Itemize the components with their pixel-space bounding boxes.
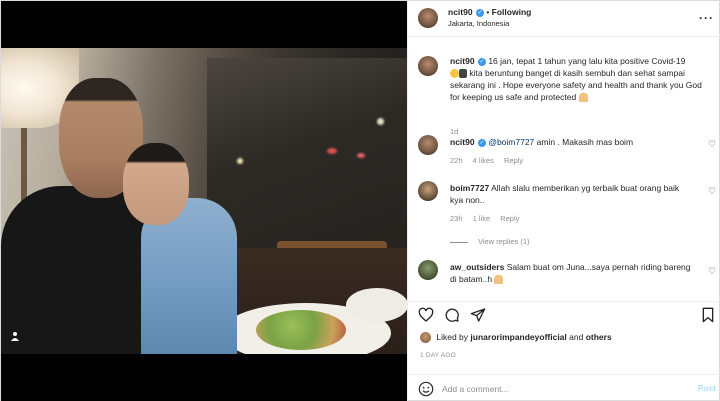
liked-by-user[interactable]: junarorimpandeyofficial xyxy=(470,332,566,342)
caption-line-1: 16 jan, tepat 1 tahun yang lalu kita pos… xyxy=(488,56,686,66)
verified-badge-icon: ✓ xyxy=(477,138,486,147)
comment-body-line-2: di batam..h xyxy=(450,274,493,284)
side-plate xyxy=(346,288,407,322)
liked-by: Liked by junarorimpandeyofficial and oth… xyxy=(420,332,710,344)
reply-button[interactable]: Reply xyxy=(500,214,519,223)
following-button[interactable]: Following xyxy=(492,7,532,17)
like-heart-icon[interactable] xyxy=(418,307,434,323)
comment-body-line-1: Allah slalu memberikan yg terbaik buat o… xyxy=(491,183,680,193)
more-options-icon[interactable]: ··· xyxy=(699,11,714,25)
caption-line-3: sekarang ini . Hope everyone safety and … xyxy=(450,80,702,90)
posted-time[interactable]: 1 DAY AGO xyxy=(420,352,456,359)
caption-time[interactable]: 1d xyxy=(450,127,458,136)
post-comment-button[interactable]: Post xyxy=(698,383,716,393)
like-comment-heart-icon[interactable]: ♡ xyxy=(708,186,718,196)
emoji-pray-icon xyxy=(494,275,504,285)
liked-by-and: and xyxy=(569,332,584,342)
post-photo[interactable] xyxy=(1,48,407,354)
avatar[interactable] xyxy=(418,8,438,28)
comment-body-line-2: kya non.. xyxy=(450,195,485,205)
view-replies-button[interactable]: View replies (1) xyxy=(450,237,530,246)
comments-list: ncit90 ✓ 16 jan, tepat 1 tahun yang lalu… xyxy=(408,38,720,300)
verified-badge-icon: ✓ xyxy=(475,8,484,17)
woman-head xyxy=(123,143,189,225)
comment-text: ncit90 ✓ @boim7727 amin . Makasih mas bo… xyxy=(450,136,708,148)
comment-text: boim7727 Allah slalu memberikan yg terba… xyxy=(450,182,708,206)
liked-by-others[interactable]: others xyxy=(586,332,612,342)
emoji-picker-icon[interactable] xyxy=(418,381,434,397)
salad xyxy=(256,310,346,350)
verified-badge-icon: ✓ xyxy=(477,57,486,66)
comment-meta: 23h 1 like Reply xyxy=(450,214,527,223)
comment-body-line-1: Salam buat om Juna...saya pernah riding … xyxy=(506,262,691,272)
comment-bubble-icon[interactable] xyxy=(444,307,460,323)
caption-line-2: kita beruntung banget di kasih sembuh da… xyxy=(469,68,685,78)
city-light xyxy=(327,148,337,154)
city-light xyxy=(357,153,365,158)
avatar[interactable] xyxy=(420,332,431,344)
like-comment-heart-icon[interactable]: ♡ xyxy=(708,139,718,149)
liked-by-prefix: Liked by xyxy=(436,332,469,342)
view-replies-label: View replies (1) xyxy=(478,237,530,246)
caption-username[interactable]: ncit90 xyxy=(450,56,475,66)
instagram-post-modal: ncit90 ✓ • Following Jakarta, Indonesia … xyxy=(0,0,720,401)
caption-line-4: for keeping us safe and protected xyxy=(450,92,577,102)
emoji-sad-icon xyxy=(450,69,459,79)
post-header: ncit90 ✓ • Following Jakarta, Indonesia … xyxy=(408,1,720,37)
comment-username[interactable]: ncit90 xyxy=(450,137,475,147)
share-send-icon[interactable] xyxy=(470,307,486,323)
city-light xyxy=(377,118,384,125)
caption-text: ncit90 ✓ 16 jan, tepat 1 tahun yang lalu… xyxy=(450,55,708,103)
comment-likes[interactable]: 1 like xyxy=(473,214,491,223)
header-username[interactable]: ncit90 xyxy=(448,7,473,17)
add-comment-bar: Post xyxy=(408,374,720,401)
save-bookmark-icon[interactable] xyxy=(700,307,716,323)
city-light xyxy=(237,158,243,164)
tagged-user-icon[interactable] xyxy=(9,331,21,343)
caption-meta: 1d xyxy=(450,127,466,136)
add-comment-input[interactable] xyxy=(442,382,682,396)
comment-mention[interactable]: @boim7727 xyxy=(488,137,534,147)
comment-text: aw_outsiders Salam buat om Juna...saya p… xyxy=(450,261,708,285)
view-replies-line xyxy=(450,241,468,243)
post-media-pane xyxy=(1,1,407,401)
avatar[interactable] xyxy=(418,56,438,76)
comment-username[interactable]: aw_outsiders xyxy=(450,262,504,272)
post-sidebar: ncit90 ✓ • Following Jakarta, Indonesia … xyxy=(407,1,720,401)
comment-meta: 22h 4 likes Reply xyxy=(450,156,531,165)
like-comment-heart-icon[interactable]: ♡ xyxy=(708,266,718,276)
emoji-pointing-icon xyxy=(459,69,467,79)
comment-time[interactable]: 23h xyxy=(450,214,463,223)
avatar[interactable] xyxy=(418,260,438,280)
header-text: ncit90 ✓ • Following Jakarta, Indonesia xyxy=(448,7,531,29)
comment-body: amin . Makasih mas boim xyxy=(534,137,634,147)
emoji-pray-icon xyxy=(578,93,588,103)
comment-time[interactable]: 22h xyxy=(450,156,463,165)
comment-likes[interactable]: 4 likes xyxy=(473,156,494,165)
reply-button[interactable]: Reply xyxy=(504,156,523,165)
comment-username[interactable]: boim7727 xyxy=(450,183,489,193)
action-bar xyxy=(408,301,720,325)
location-link[interactable]: Jakarta, Indonesia xyxy=(448,18,531,29)
avatar[interactable] xyxy=(418,181,438,201)
avatar[interactable] xyxy=(418,135,438,155)
